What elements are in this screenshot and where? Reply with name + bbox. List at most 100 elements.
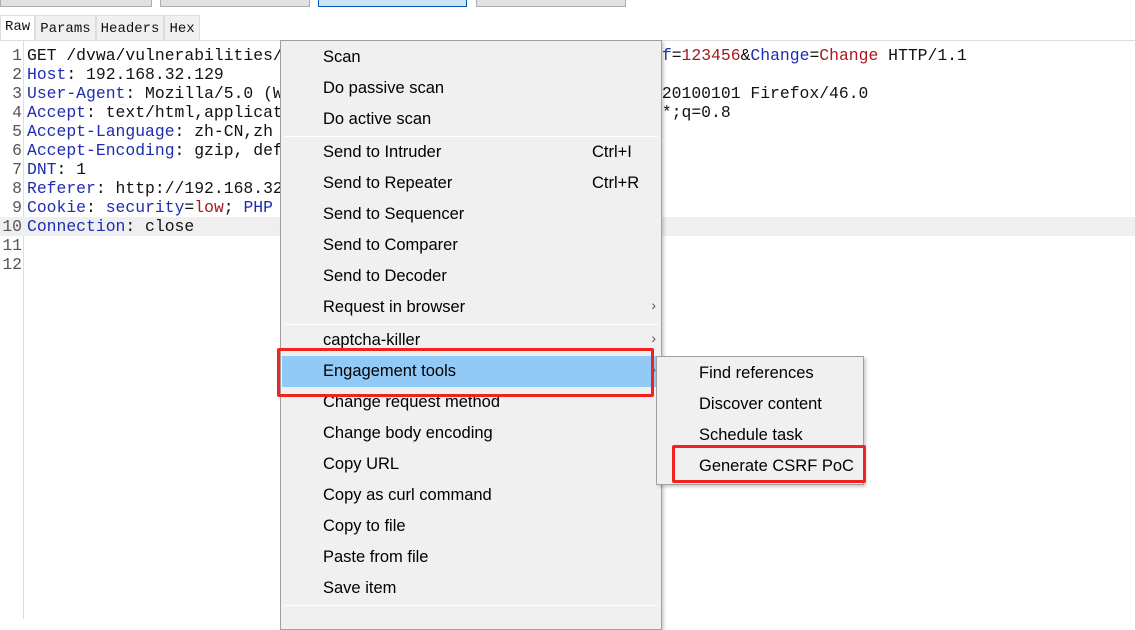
text-segment: /20100101 Firefox/46.0 [652,84,869,103]
menu-item-send-to-sequencer[interactable]: Send to Sequencer [282,199,660,230]
menu-item-label: Schedule task [699,426,803,444]
text-segment: = [184,198,195,217]
submenu-item-discover-content[interactable]: Discover content [658,389,862,420]
line-number: 3 [12,84,22,103]
line-number: 8 [12,179,22,198]
header-name: Accept [27,103,87,122]
line-number: 1 [12,46,22,65]
menu-item-label: Scan [323,48,361,66]
line-text: Accept-Language: zh-CN,zh [27,122,273,141]
shortcut-label: Ctrl+I [592,143,632,161]
menu-item-label: Copy to file [323,517,406,535]
shortcut-label: Ctrl+R [592,174,640,192]
menu-item-label: Send to Decoder [323,267,447,285]
line-number: 2 [12,65,22,84]
line-text: DNT: 1 [27,160,86,179]
menu-separator [284,605,658,606]
text-segment: : http://192.168.32 [95,179,283,198]
menu-item-send-to-decoder[interactable]: Send to Decoder [282,261,660,292]
top-button-4[interactable] [476,0,626,7]
line-text-visible-tail: /20100101 Firefox/46.0 [652,84,868,103]
line-text: Host: 192.168.32.129 [27,65,224,84]
menu-item-label: Save item [323,579,397,597]
line-text-visible-tail: nf=123456&Change=Change HTTP/1.1 [652,46,967,65]
text-segment: : 1 [56,160,87,179]
menu-item-label: Send to Sequencer [323,205,465,223]
submenu-item-find-references[interactable]: Find references [658,358,862,389]
menu-item-label: Send to Intruder [323,143,442,161]
context-menu: Scan Do passive scan Do active scan Send to… [280,40,662,630]
text-segment: HTTP/1.1 [878,46,967,65]
header-name: Cookie [27,198,87,217]
text-segment: : close [125,217,195,236]
menu-item-label: Discover content [699,395,822,413]
menu-item-paste-from-file[interactable]: Paste from file [282,542,660,573]
menu-item-send-to-comparer[interactable]: Send to Comparer [282,230,660,261]
line-text: Accept: text/html,applicat [27,103,283,122]
line-text: Referer: http://192.168.32 [27,179,283,198]
text-segment: : text/html,applicat [86,103,283,122]
menu-item-label: Do passive scan [323,79,445,97]
header-name: DNT [27,160,57,179]
header-name: Accept-Encoding [27,141,175,160]
text-segment: ; [223,198,244,217]
top-button-3[interactable] [318,0,467,7]
text-segment: = [671,46,682,65]
line-text: Cookie: security=low; PHP [27,198,273,217]
message-tabs: Raw Params Headers Hex [0,15,200,41]
menu-item-scan[interactable]: Scan [282,42,660,73]
line-number: 10 [2,217,22,236]
header-name: security [105,198,185,217]
text-segment: : 192.168.32.129 [66,65,224,84]
tab-params[interactable]: Params [35,15,96,41]
tab-hex[interactable]: Hex [164,15,200,41]
text-segment: Change [819,46,879,65]
text-segment: /*;q=0.8 [652,103,731,122]
line-number: 6 [12,141,22,160]
chevron-right-icon: › [651,297,656,313]
tab-raw[interactable]: Raw [0,15,36,41]
line-number: 9 [12,198,22,217]
menu-item-label: Change body encoding [323,424,493,442]
line-text: GET /dvwa/vulnerabilities/ [27,46,283,65]
text-segment: : [86,198,106,217]
line-number: 7 [12,160,22,179]
menu-item-save-item[interactable]: Save item [282,573,660,604]
line-number: 4 [12,103,22,122]
line-number: 5 [12,122,22,141]
menu-item-label: Send to Repeater [323,174,453,192]
menu-item-change-body-encoding[interactable]: Change body encoding [282,418,660,449]
tab-headers[interactable]: Headers [95,15,165,41]
menu-item-label: Request in browser [323,298,466,316]
menu-item-label: Find references [699,364,814,382]
menu-item-request-in-browser[interactable]: Request in browser › [282,292,660,323]
line-number: 12 [2,255,22,274]
top-button-1[interactable] [0,0,152,7]
menu-item-label: Send to Comparer [323,236,458,254]
menu-item-send-to-intruder[interactable]: Send to Intruder Ctrl+I [282,137,660,168]
top-button-2[interactable] [160,0,310,7]
text-segment: 123456 [681,46,741,65]
text-segment: GET /dvwa/vulnerabilities/ [27,46,283,65]
menu-item-send-to-repeater[interactable]: Send to Repeater Ctrl+R [282,168,660,199]
text-segment: & [740,46,751,65]
text-segment: : zh-CN,zh [174,122,273,141]
menu-item-label: Copy as curl command [323,486,492,504]
menu-item-label: Copy URL [323,455,400,473]
annotation-box-generate-csrf-poc [672,445,866,483]
menu-item-copy-url[interactable]: Copy URL [282,449,660,480]
text-segment: = [809,46,820,65]
menu-item-do-passive-scan[interactable]: Do passive scan [282,73,660,104]
text-segment: : Mozilla/5.0 (W [125,84,283,103]
menu-item-label: Do active scan [323,110,432,128]
menu-item-copy-as-curl-command[interactable]: Copy as curl command [282,480,660,511]
text-segment: : gzip, def [174,141,283,160]
line-text-visible-tail: /*;q=0.8 [652,103,731,122]
menu-item-label: Paste from file [323,548,429,566]
menu-item-do-active-scan[interactable]: Do active scan [282,104,660,135]
line-number: 11 [2,236,22,255]
line-text: Connection: close [27,217,194,236]
line-text: Accept-Encoding: gzip, def [27,141,283,160]
header-name: User-Agent [27,84,126,103]
menu-item-copy-to-file[interactable]: Copy to file [282,511,660,542]
